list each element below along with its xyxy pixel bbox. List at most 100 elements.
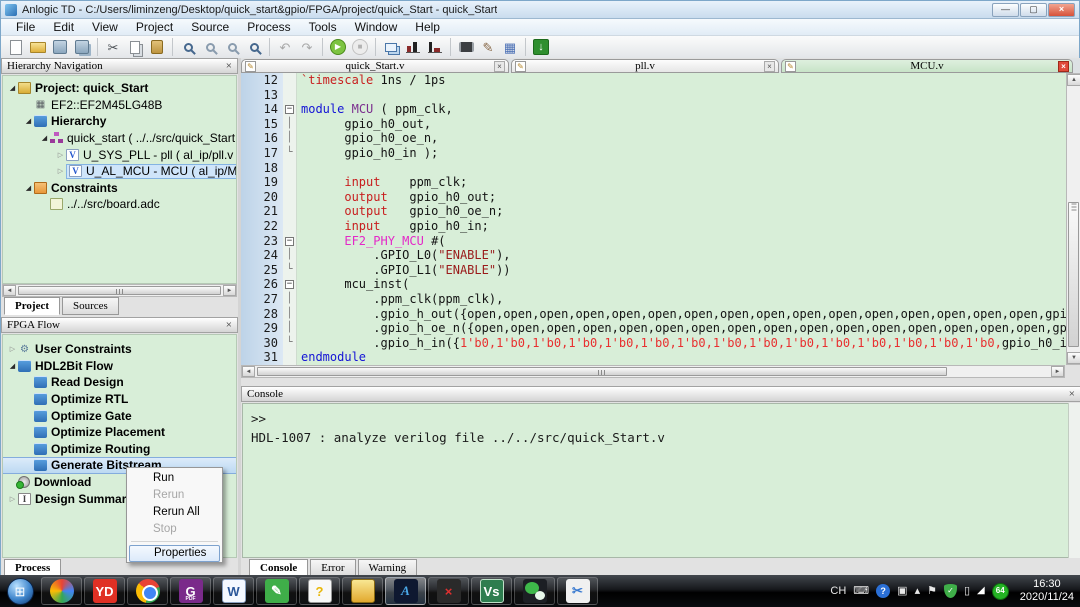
menu-project[interactable]: Project bbox=[127, 19, 182, 35]
fpga-flow-titlebar[interactable]: FPGA Flow × bbox=[1, 317, 238, 333]
console-output[interactable]: >>HDL-1007 : analyze verilog file ../../… bbox=[242, 403, 1080, 558]
flow-item-hdl2bit-flow[interactable]: ◢HDL2Bit Flow bbox=[3, 358, 236, 375]
code-line[interactable]: 14−module MCU ( ppm_clk, bbox=[241, 102, 1080, 117]
cascade-windows-button[interactable] bbox=[380, 37, 402, 57]
code-line[interactable]: 29│ .gpio_h_oe_n({open,open,open,open,op… bbox=[241, 321, 1080, 336]
editor-tab-pll-v[interactable]: ✎pll.v× bbox=[511, 59, 779, 73]
close-icon[interactable]: × bbox=[1058, 61, 1069, 72]
scroll-thumb[interactable] bbox=[1068, 202, 1079, 347]
code-line[interactable]: 20 output gpio_h0_out; bbox=[241, 190, 1080, 205]
save-all-button[interactable] bbox=[71, 37, 93, 57]
tree-collapse-icon[interactable]: ◢ bbox=[23, 184, 34, 192]
fold-collapse-icon[interactable]: − bbox=[285, 105, 294, 114]
code-editor[interactable]: 12`timescale 1ns / 1ps1314−module MCU ( … bbox=[241, 73, 1080, 365]
new-file-button[interactable] bbox=[5, 37, 27, 57]
app-snipping-tool[interactable]: ✂ bbox=[557, 577, 598, 605]
bar-chart-button[interactable] bbox=[424, 37, 446, 57]
keyboard-icon[interactable]: ⌨ bbox=[853, 586, 869, 597]
scroll-right-icon[interactable]: ► bbox=[223, 285, 236, 296]
title-bar[interactable]: Anlogic TD - C:/Users/liminzeng/Desktop/… bbox=[1, 1, 1079, 19]
maximize-button[interactable]: ▢ bbox=[1020, 3, 1047, 17]
tree-item-u-al-mcu-mcu-al-ip-mcu-v[interactable]: ▷VU_AL_MCU - MCU ( al_ip/MCU.v bbox=[3, 163, 236, 180]
editor-tab-quick-start-v[interactable]: ✎quick_Start.v× bbox=[241, 59, 509, 73]
menu-window[interactable]: Window bbox=[346, 19, 407, 35]
hierarchy-hscrollbar[interactable]: ◄► bbox=[2, 284, 237, 297]
code-line[interactable]: 15│ gpio_h0_out, bbox=[241, 117, 1080, 132]
close-icon[interactable]: × bbox=[226, 320, 232, 330]
code-line[interactable]: 28│ .gpio_h_out({open,open,open,open,ope… bbox=[241, 307, 1080, 322]
hidden-icons-arrow[interactable]: ▴ bbox=[915, 586, 921, 597]
tree-item-ef2-ef2m45lg48b[interactable]: ▦EF2::EF2M45LG48B bbox=[3, 97, 236, 114]
scroll-right-icon[interactable]: ► bbox=[1051, 366, 1064, 377]
app-red-x[interactable]: × bbox=[428, 577, 469, 605]
app-vs[interactable]: Vs bbox=[471, 577, 512, 605]
flow-item-optimize-rtl[interactable]: Optimize RTL bbox=[3, 391, 236, 408]
scroll-thumb[interactable] bbox=[18, 286, 221, 295]
find-button[interactable] bbox=[177, 37, 199, 57]
app-gaaiho-pdf[interactable]: GPDF bbox=[170, 577, 211, 605]
device-icon[interactable]: ▯ bbox=[964, 586, 970, 597]
code-line[interactable]: 23− EF2_PHY_MCU #( bbox=[241, 234, 1080, 249]
close-icon[interactable]: × bbox=[764, 61, 775, 72]
paste-button[interactable] bbox=[146, 37, 168, 57]
code-line[interactable]: 30└ .gpio_h_in({1'b0,1'b0,1'b0,1'b0,1'b0… bbox=[241, 336, 1080, 351]
antivirus-shield-icon[interactable]: ✓ bbox=[944, 584, 957, 598]
tree-item-project-quick-start[interactable]: ◢Project: quick_Start bbox=[3, 80, 236, 97]
menu-item-run[interactable]: Run bbox=[127, 470, 222, 487]
editor-vscrollbar[interactable]: ▲ ▼ bbox=[1066, 73, 1080, 365]
tree-expand-icon[interactable]: ▷ bbox=[7, 495, 18, 503]
replace-button[interactable] bbox=[243, 37, 265, 57]
stop-button[interactable]: ■ bbox=[349, 37, 371, 57]
fold-marker[interactable]: − bbox=[283, 102, 297, 117]
tree-expand-icon[interactable]: ▷ bbox=[55, 167, 66, 175]
find-prev-button[interactable] bbox=[221, 37, 243, 57]
scroll-up-icon[interactable]: ▲ bbox=[1067, 74, 1080, 86]
flow-item-optimize-gate[interactable]: Optimize Gate bbox=[3, 407, 236, 424]
close-icon[interactable]: × bbox=[494, 61, 505, 72]
code-line[interactable]: 21 output gpio_h0_oe_n; bbox=[241, 204, 1080, 219]
tree-item-u-sys-pll-pll-al-ip-pll-v[interactable]: ▷VU_SYS_PLL - pll ( al_ip/pll.v ) bbox=[3, 146, 236, 163]
tab-sources[interactable]: Sources bbox=[62, 297, 119, 315]
menu-help[interactable]: Help bbox=[406, 19, 449, 35]
hierarchy-panel-titlebar[interactable]: Hierarchy Navigation × bbox=[1, 58, 238, 74]
battery-64-badge[interactable]: 64 bbox=[992, 583, 1009, 600]
minimize-button[interactable]: — bbox=[992, 3, 1019, 17]
close-icon[interactable]: × bbox=[1069, 389, 1075, 399]
tree-collapse-icon[interactable]: ◢ bbox=[7, 362, 18, 370]
close-icon[interactable]: × bbox=[226, 61, 232, 71]
tree-expand-icon[interactable]: ▷ bbox=[55, 151, 66, 159]
display-icon[interactable]: ▣ bbox=[897, 586, 907, 597]
menu-file[interactable]: File bbox=[7, 19, 44, 35]
code-line[interactable]: 16│ gpio_h0_oe_n, bbox=[241, 131, 1080, 146]
cut-button[interactable]: ✂ bbox=[102, 37, 124, 57]
undo-button[interactable]: ↶ bbox=[274, 37, 296, 57]
tree-collapse-icon[interactable]: ◢ bbox=[39, 134, 50, 142]
flow-item-optimize-placement[interactable]: Optimize Placement bbox=[3, 424, 236, 441]
editor-hscrollbar[interactable]: ◄ ► bbox=[241, 365, 1065, 378]
download-button[interactable]: ↓ bbox=[530, 37, 552, 57]
tree-item-quick-start-src-quick-start-v[interactable]: ◢quick_start ( ../../src/quick_Start.v ) bbox=[3, 130, 236, 147]
fold-collapse-icon[interactable]: − bbox=[285, 280, 294, 289]
help-badge-icon[interactable]: ? bbox=[876, 584, 890, 598]
console-titlebar[interactable]: Console × bbox=[241, 386, 1080, 402]
edit-line-button[interactable]: ✎ bbox=[477, 37, 499, 57]
menu-item-properties[interactable]: Properties bbox=[129, 545, 220, 562]
code-line[interactable]: 25└ .GPIO_L1("ENABLE")) bbox=[241, 263, 1080, 278]
scroll-down-icon[interactable]: ▼ bbox=[1067, 352, 1080, 364]
console-vscrollbar[interactable] bbox=[1068, 403, 1080, 558]
code-line[interactable]: 18 bbox=[241, 161, 1080, 176]
redo-button[interactable]: ↷ bbox=[296, 37, 318, 57]
code-line[interactable]: 22 input gpio_h0_in; bbox=[241, 219, 1080, 234]
area-chart-button[interactable] bbox=[402, 37, 424, 57]
code-line[interactable]: 31endmodule bbox=[241, 350, 1080, 365]
editor-tab-mcu-v[interactable]: ✎MCU.v× bbox=[781, 59, 1073, 73]
tree-item-src-board-adc[interactable]: ../../src/board.adc bbox=[3, 196, 236, 213]
app-chrome[interactable] bbox=[127, 577, 168, 605]
ime-language-indicator[interactable]: CH bbox=[830, 586, 846, 597]
scroll-thumb[interactable] bbox=[257, 367, 947, 376]
menu-edit[interactable]: Edit bbox=[44, 19, 83, 35]
timing-grid-button[interactable]: ▦ bbox=[499, 37, 521, 57]
code-line[interactable]: 12`timescale 1ns / 1ps bbox=[241, 73, 1080, 88]
code-line[interactable]: 19 input ppm_clk; bbox=[241, 175, 1080, 190]
code-line[interactable]: 13 bbox=[241, 88, 1080, 103]
